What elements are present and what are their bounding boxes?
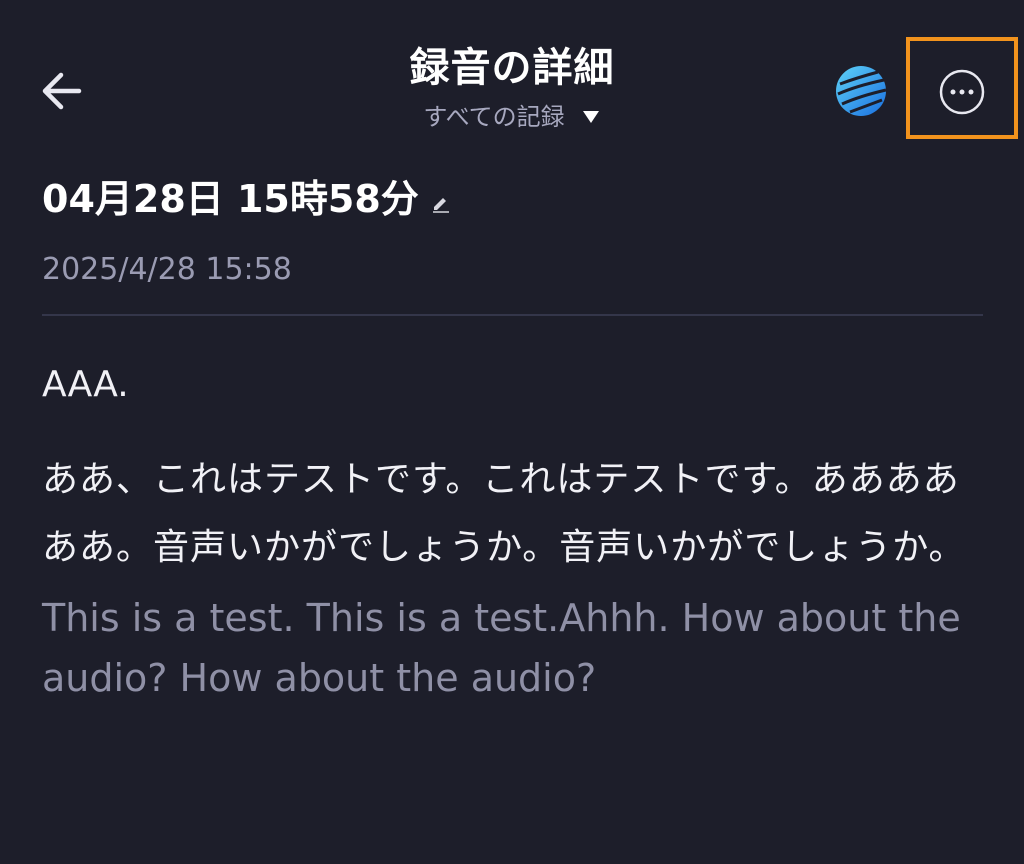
recording-title-row: 04月28日 15時58分 [42, 174, 451, 224]
caret-down-icon [582, 111, 599, 123]
more-horizontal-icon [939, 69, 985, 115]
filter-label: すべての記録 [423, 103, 565, 131]
top-bar: 録音の詳細 すべての記録 [0, 0, 1024, 150]
transcript: AAA. ああ、これはテストです。これはテストです。ああああああ。音声いかがでし… [42, 356, 992, 708]
globe-button[interactable] [834, 64, 888, 118]
filter-dropdown[interactable]: すべての記録 [423, 100, 600, 134]
transcript-line: ああ、これはテストです。これはテストです。ああああああ。音声いかがでしょうか。音… [42, 459, 966, 568]
recording-timestamp: 2025/4/28 15:58 [42, 252, 292, 287]
more-options-button[interactable] [938, 68, 986, 116]
translation-text: This is a test. This is a test.Ahhh. How… [42, 596, 961, 700]
edit-pencil-icon[interactable] [431, 193, 451, 213]
divider [42, 314, 983, 316]
recording-title: 04月28日 15時58分 [42, 177, 419, 221]
transcript-line: AAA. [42, 364, 129, 405]
globe-icon [836, 66, 887, 116]
